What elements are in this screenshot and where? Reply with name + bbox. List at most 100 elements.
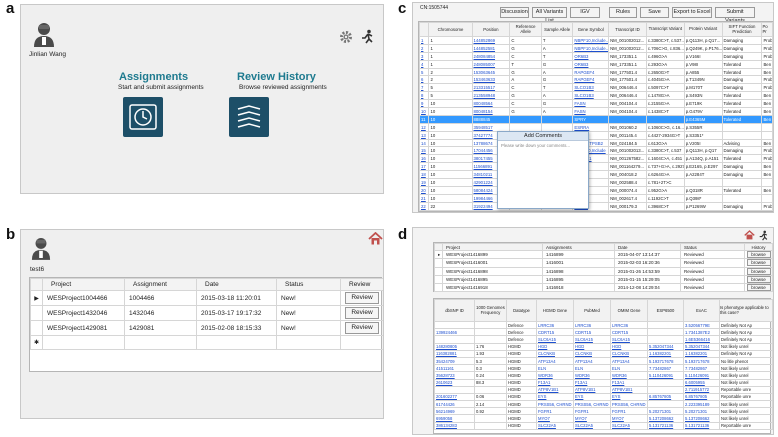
column-header[interactable]: Date xyxy=(196,278,277,291)
browse-button[interactable]: browse xyxy=(746,259,771,267)
variant-cell[interactable]: FASN xyxy=(572,107,610,116)
table-row[interactable]: 148280805 1.76 HGMD HGD HGD HGD 5.352047344 5.3… xyxy=(434,342,773,351)
column-header[interactable]: Project xyxy=(42,278,125,291)
variant-cell[interactable]: NBPF10,Include... xyxy=(572,36,610,45)
table-row[interactable]: 116382881 1.93 HGMD CLCNKB CLCNKB CLCNKB 1.163… xyxy=(434,349,773,358)
variant-cell[interactable]: 213558948 xyxy=(471,91,511,101)
variant-cell[interactable]: 213315517 xyxy=(471,83,511,93)
detail-cell[interactable]: LRRC36 xyxy=(610,320,648,330)
table-row[interactable]: 8 5 213558948 G A SLCO1B3 NM_006446.4 c.1478G>A… xyxy=(418,91,773,101)
home-icon[interactable] xyxy=(744,230,755,240)
review-button[interactable]: Review xyxy=(345,292,379,304)
table-row[interactable]: 139924466 Defence CDRT15 CDRT15 CDRT15 1.7341… xyxy=(434,328,773,337)
detail-cell[interactable]: EYS xyxy=(573,392,611,402)
detail-cell[interactable]: SLC6A15 xyxy=(573,335,611,344)
detail-cell[interactable] xyxy=(434,320,475,330)
variant-cell[interactable]: NBPF10,Include... xyxy=(572,43,610,53)
detail-cell[interactable]: FGFR1 xyxy=(610,407,648,416)
detail-cell[interactable]: CLCNKB xyxy=(610,349,648,358)
variant-cell[interactable]: 7 xyxy=(418,83,430,93)
variant-cell[interactable]: 144852869 xyxy=(471,36,511,45)
detail-cell[interactable]: 1.16382201 xyxy=(683,349,720,358)
detail-cell[interactable]: CDRT15 xyxy=(536,328,574,337)
column-header[interactable]: Po Pr xyxy=(761,22,773,37)
detail-cell[interactable]: CDRT15 xyxy=(573,328,611,337)
add-comments-dialog[interactable]: Add Comments Please write down your comm… xyxy=(497,131,589,209)
detail-cell[interactable]: PRSS56, CHRND xyxy=(536,400,574,409)
table-row[interactable]: ▸ WESProject1416899 1416899 2015-04-07 13:1… xyxy=(434,249,773,260)
variant-cell[interactable]: 35948517 xyxy=(471,122,511,132)
variant-cell[interactable]: 8 xyxy=(418,91,430,101)
column-header[interactable]: Review xyxy=(340,278,383,291)
table-row[interactable]: WESProject1416001 1416001 2015-02-03 16:20… xyxy=(434,258,773,268)
table-row[interactable]: 9 10 80048564 C G FASN NM_004104.4 c.2155G>A p.E… xyxy=(418,99,773,109)
column-header[interactable]: Status xyxy=(680,243,745,251)
column-header[interactable]: SIFT Function Prediction xyxy=(721,22,763,37)
detail-cell[interactable]: 148280805 xyxy=(434,342,475,351)
table-row[interactable]: WESProject1416918 1416918 2014-12-08 14:29… xyxy=(434,283,773,293)
detail-cell[interactable] xyxy=(647,385,684,394)
detail-cell[interactable]: ELN xyxy=(610,364,648,373)
detail-cell[interactable]: F13A1 xyxy=(610,378,648,387)
igv-button[interactable]: IGV xyxy=(570,7,600,18)
table-row[interactable]: ▶ WESProject1004466 1004466 2015-03-18 1… xyxy=(30,290,383,306)
detail-cell[interactable]: MYO7 xyxy=(573,414,611,423)
detail-cell[interactable]: 5.137208662 xyxy=(647,414,684,423)
table-row[interactable]: 386134283 HGMD SLC22A5 SLC22A5 SLC22A5 5.1317… xyxy=(434,421,773,430)
table-row[interactable]: 2610623 88.3 HGMD F13A1 F13A1 F13A1 6.6005955 N… xyxy=(434,378,773,387)
variant-cell[interactable]: 21 xyxy=(418,193,430,203)
discussion-button[interactable]: Discussion xyxy=(500,7,529,18)
variant-cell[interactable]: SPRY xyxy=(572,114,610,124)
variant-cell[interactable]: 2 xyxy=(418,43,430,53)
export-excel-button[interactable]: Export to Excel xyxy=(672,7,712,18)
detail-cell[interactable]: 5.131721136 xyxy=(683,421,720,430)
variant-cell[interactable]: RAPGEF4 xyxy=(572,75,610,85)
table-row[interactable]: 7 5 213315517 C T SLCO1B3 NM_006446.4 c.5097C>T… xyxy=(418,83,773,93)
review-button[interactable]: Review xyxy=(345,322,379,334)
detail-cell[interactable]: FGFR1 xyxy=(536,407,574,416)
detail-cell[interactable]: HGD xyxy=(573,342,611,351)
detail-cell[interactable]: 5.110426091 xyxy=(647,371,684,380)
table-row[interactable]: 12 10 35948517 ESRRA NM_001060.2 c.1060C>G, c… xyxy=(418,122,773,132)
variant-cell[interactable]: 18 xyxy=(418,170,430,180)
variant-cell[interactable]: 6 xyxy=(418,75,430,85)
table-row[interactable]: 222231922494SEPT1NM_000179.3c.3968C>Tp.P… xyxy=(418,201,773,211)
detail-cell[interactable]: F13A1 xyxy=(536,378,574,387)
column-header[interactable]: Assignments xyxy=(542,243,615,251)
detail-cell[interactable]: 5.352047344 xyxy=(683,342,720,351)
detail-cell[interactable]: F13A1 xyxy=(573,378,611,387)
browse-button[interactable]: browse xyxy=(746,268,771,275)
variant-cell[interactable]: 12 xyxy=(418,122,430,132)
detail-cell[interactable] xyxy=(647,335,684,344)
variant-cell[interactable]: 80048564 xyxy=(471,99,511,109)
detail-cell[interactable]: EYS xyxy=(610,392,648,402)
submit-variants-button[interactable]: Submit Variants xyxy=(715,7,755,24)
rules-button[interactable]: Rules xyxy=(609,7,637,18)
variant-cell[interactable]: OR6B3 xyxy=(572,51,610,61)
variant-cell[interactable]: SLCO1B3 xyxy=(572,83,610,93)
browse-button[interactable]: browse xyxy=(746,284,771,291)
detail-cell[interactable]: SLC22A5 xyxy=(536,421,574,430)
column-header[interactable]: Transcript ID xyxy=(608,22,647,37)
detail-cell[interactable]: 6.85767805 xyxy=(647,392,684,402)
variant-cell[interactable]: 248085007 xyxy=(471,59,511,69)
table-row[interactable]: 10 10 80048154 G A FASN NM_004104.4 c.1438C>T p.… xyxy=(418,107,773,116)
comment-input[interactable]: Please write down your comments... xyxy=(498,141,588,150)
review-history-title[interactable]: Review History xyxy=(237,71,316,83)
detail-cell[interactable]: ATP13A4 xyxy=(536,356,574,366)
variant-cell[interactable]: 15 xyxy=(418,146,430,156)
detail-cell[interactable] xyxy=(647,328,684,337)
gear-icon[interactable] xyxy=(339,30,353,44)
detail-cell[interactable]: MYO7 xyxy=(536,414,574,423)
save-button[interactable]: Save xyxy=(640,7,669,18)
column-header[interactable]: OMIM Gene xyxy=(610,299,648,322)
detail-cell[interactable]: 35628723 xyxy=(434,371,475,380)
detail-cell[interactable]: 5.137208662 xyxy=(683,414,720,423)
logout-runner-icon[interactable] xyxy=(361,29,375,44)
variant-cell[interactable]: 9 xyxy=(418,99,430,109)
variant-cell[interactable]: 13 xyxy=(418,130,430,140)
variant-cell[interactable]: 4 xyxy=(418,59,430,69)
detail-cell[interactable]: HGD xyxy=(536,342,574,351)
table-row[interactable]: 191042901224SKSNM_002588.4c.781+2T>C xyxy=(418,178,773,187)
detail-cell[interactable]: ELN xyxy=(573,364,611,373)
